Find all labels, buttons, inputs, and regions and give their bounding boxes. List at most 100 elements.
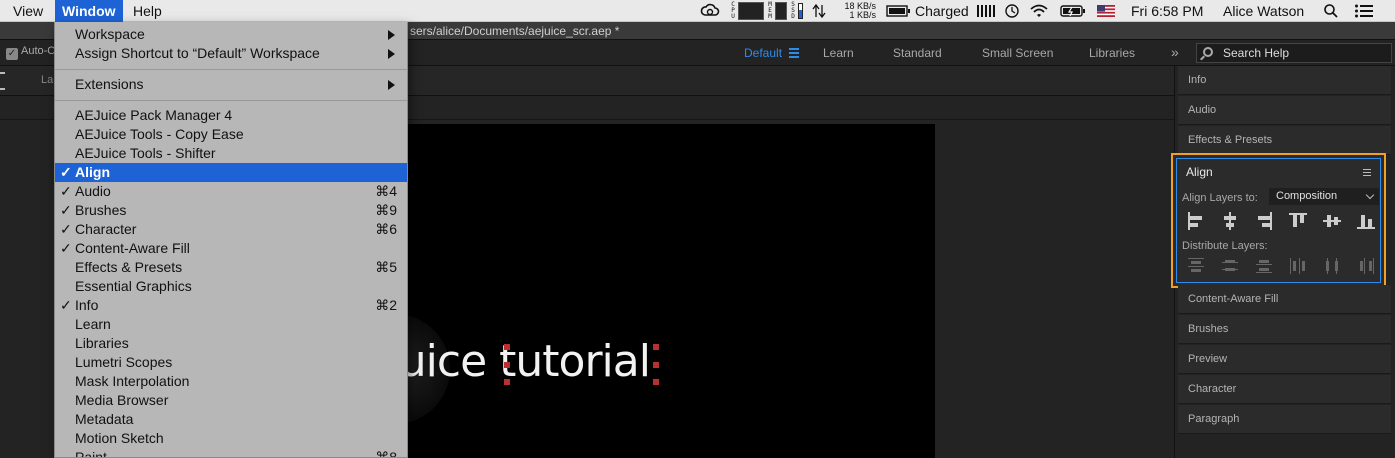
transform-handle[interactable]: [653, 379, 659, 385]
panel-paragraph[interactable]: Paragraph: [1178, 405, 1391, 434]
workspace-default[interactable]: Default: [744, 46, 782, 60]
panel-effects-presets[interactable]: Effects & Presets: [1178, 126, 1391, 155]
menu-item-label: Extensions: [75, 76, 144, 92]
panel-menu-icon[interactable]: [0, 72, 5, 90]
distribute-right-icon[interactable]: [1357, 257, 1375, 275]
menu-item-libraries[interactable]: Libraries: [55, 334, 407, 353]
wifi-icon[interactable]: [1029, 3, 1049, 19]
menu-item-label: Content-Aware Fill: [75, 240, 190, 256]
menu-item-label: Workspace: [75, 26, 145, 42]
menu-item-aejuice-copy-ease[interactable]: AEJuice Tools - Copy Ease: [55, 125, 407, 144]
workspace-small-screen[interactable]: Small Screen: [982, 46, 1053, 60]
menu-item-motion-sketch[interactable]: Motion Sketch: [55, 429, 407, 448]
menu-item-workspace[interactable]: Workspace: [55, 25, 407, 44]
menu-item-paint[interactable]: Paint ⌘8: [55, 448, 407, 458]
workspace-libraries[interactable]: Libraries: [1089, 46, 1135, 60]
workspace-menu-icon[interactable]: [789, 48, 799, 60]
ssd-gauge-icon[interactable]: [798, 3, 803, 19]
menu-item-brushes[interactable]: ✓ Brushes ⌘9: [55, 201, 407, 220]
window-menu-dropdown: Workspace Assign Shortcut to “Default” W…: [54, 22, 408, 458]
align-panel-title[interactable]: Align: [1186, 165, 1213, 179]
notification-center-icon[interactable]: [1354, 3, 1374, 19]
menu-item-lumetri-scopes[interactable]: Lumetri Scopes: [55, 353, 407, 372]
us-flag-input-source-icon[interactable]: [1097, 3, 1115, 19]
workspace-learn[interactable]: Learn: [823, 46, 854, 60]
battery-icon[interactable]: [1060, 3, 1086, 19]
memory-meter-icon[interactable]: [775, 2, 787, 20]
search-help-input[interactable]: Search Help: [1196, 43, 1392, 63]
menu-item-label: Media Browser: [75, 392, 169, 408]
panel-character[interactable]: Character: [1178, 375, 1391, 404]
submenu-arrow-icon: [388, 30, 395, 40]
menu-item-info[interactable]: ✓ Info ⌘2: [55, 296, 407, 315]
menu-item-aejuice-shifter[interactable]: AEJuice Tools - Shifter: [55, 144, 407, 163]
menu-item-character[interactable]: ✓ Character ⌘6: [55, 220, 407, 239]
auto-open-checkbox[interactable]: ✓ Auto-O: [6, 45, 56, 60]
distribute-vertical-center-icon[interactable]: [1221, 257, 1239, 275]
menu-item-essential-graphics[interactable]: Essential Graphics: [55, 277, 407, 296]
panel-brushes[interactable]: Brushes: [1178, 315, 1391, 344]
layer-tab[interactable]: La: [41, 74, 53, 86]
align-right-icon[interactable]: [1255, 212, 1273, 230]
menu-separator: [55, 69, 407, 70]
user-name[interactable]: Alice Watson: [1223, 0, 1304, 22]
menu-item-shortcut: ⌘8: [375, 449, 397, 458]
panel-info[interactable]: Info: [1178, 66, 1391, 95]
menu-item-label: Audio: [75, 183, 111, 199]
audio-bars-icon[interactable]: [976, 3, 996, 19]
time-machine-icon[interactable]: [1004, 3, 1020, 19]
menu-item-metadata[interactable]: Metadata: [55, 410, 407, 429]
workspace-standard[interactable]: Standard: [893, 46, 942, 60]
transform-handle[interactable]: [504, 344, 510, 350]
mem-label-icon: MEM: [768, 1, 772, 20]
menu-item-extensions[interactable]: Extensions: [55, 75, 407, 94]
align-to-select[interactable]: Composition: [1269, 188, 1379, 205]
clock[interactable]: Fri 6:58 PM: [1131, 0, 1203, 22]
transform-handle[interactable]: [653, 344, 659, 350]
panel-content-aware-fill[interactable]: Content-Aware Fill: [1178, 285, 1391, 314]
spotlight-search-icon[interactable]: [1323, 3, 1339, 19]
menu-item-label: Effects & Presets: [75, 259, 183, 275]
menu-item-label: Libraries: [75, 335, 129, 351]
menu-window[interactable]: Window: [55, 0, 123, 22]
menu-item-aejuice-pack-manager[interactable]: AEJuice Pack Manager 4: [55, 106, 407, 125]
distribute-horizontal-center-icon[interactable]: [1323, 257, 1341, 275]
distribute-left-icon[interactable]: [1289, 257, 1307, 275]
menu-item-label: Character: [75, 221, 137, 237]
transform-handle[interactable]: [653, 362, 659, 368]
align-panel-menu-icon[interactable]: [1363, 169, 1371, 178]
menu-item-label: Paint: [75, 449, 107, 458]
menu-item-label: AEJuice Tools - Copy Ease: [75, 126, 244, 142]
menu-item-mask-interpolation[interactable]: Mask Interpolation: [55, 372, 407, 391]
menu-item-media-browser[interactable]: Media Browser: [55, 391, 407, 410]
workspace-overflow-icon[interactable]: »: [1171, 44, 1179, 60]
align-bottom-icon[interactable]: [1357, 212, 1375, 230]
align-vertical-center-icon[interactable]: [1323, 212, 1341, 230]
menu-item-learn[interactable]: Learn: [55, 315, 407, 334]
align-left-icon[interactable]: [1187, 212, 1205, 230]
panel-preview[interactable]: Preview: [1178, 345, 1391, 374]
cpu-meter-icon[interactable]: [738, 2, 764, 20]
menu-item-content-aware-fill[interactable]: ✓ Content-Aware Fill: [55, 239, 407, 258]
transform-handle[interactable]: [504, 362, 510, 368]
transform-handle[interactable]: [504, 379, 510, 385]
battery-status-text[interactable]: Charged: [915, 0, 969, 22]
net-down-speed: 1 KB/s: [849, 10, 876, 20]
network-speed[interactable]: 18 KB/s 1 KB/s: [836, 2, 876, 20]
checkbox-check-icon: ✓: [6, 48, 18, 60]
menu-item-effects-presets[interactable]: Effects & Presets ⌘5: [55, 258, 407, 277]
creative-cloud-icon[interactable]: [700, 3, 720, 19]
align-top-icon[interactable]: [1289, 212, 1307, 230]
checkmark-icon: ✓: [60, 240, 72, 256]
menu-item-label: Assign Shortcut to “Default” Workspace: [75, 45, 320, 61]
menu-view[interactable]: View: [6, 0, 50, 22]
distribute-top-icon[interactable]: [1187, 257, 1205, 275]
panel-audio[interactable]: Audio: [1178, 96, 1391, 125]
menu-item-align[interactable]: ✓ Align: [55, 163, 407, 182]
align-horizontal-center-icon[interactable]: [1221, 212, 1239, 230]
menu-bar: View Window Help CPU MEM SSD 18 KB/s 1 K…: [0, 0, 1395, 22]
menu-item-audio[interactable]: ✓ Audio ⌘4: [55, 182, 407, 201]
menu-item-assign-shortcut[interactable]: Assign Shortcut to “Default” Workspace: [55, 44, 407, 63]
distribute-bottom-icon[interactable]: [1255, 257, 1273, 275]
menu-help[interactable]: Help: [126, 0, 169, 22]
